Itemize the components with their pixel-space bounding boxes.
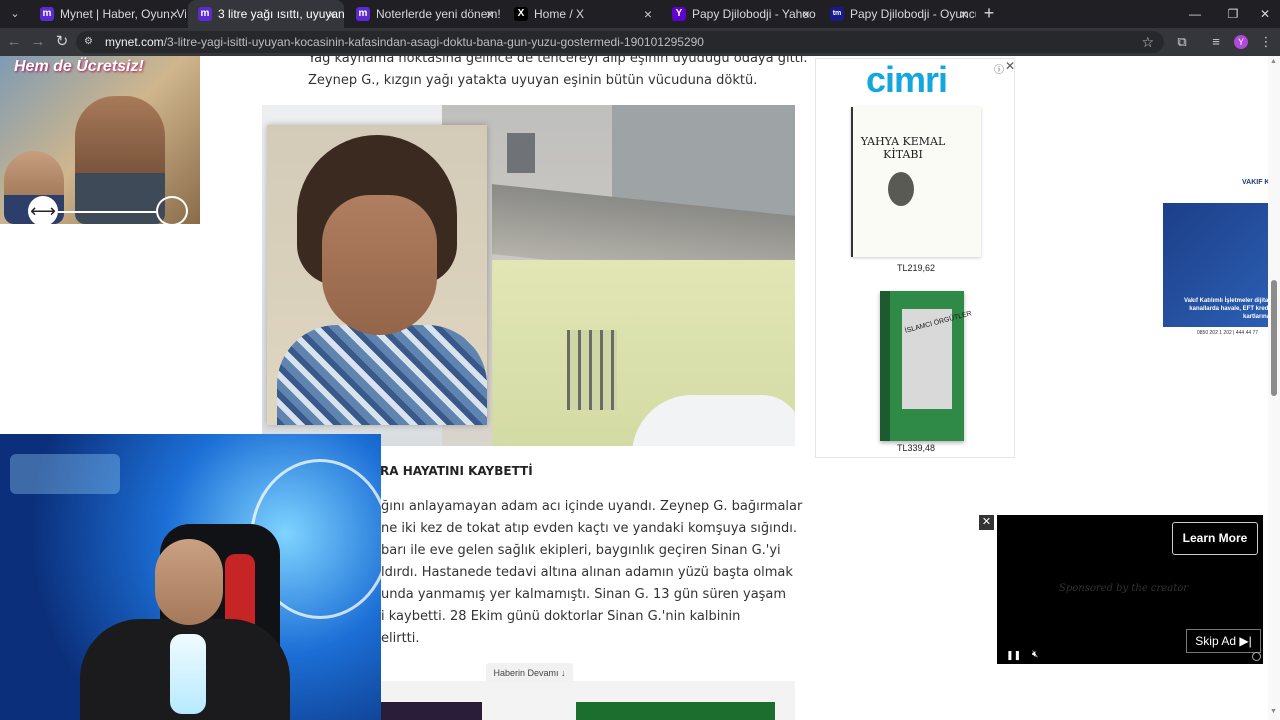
ad-close-icon[interactable]: ✕ <box>1005 59 1015 73</box>
book-title: YAHYA KEMAL KİTABI <box>860 135 946 161</box>
tab-title: Noterlerde yeni dönem! Hafta s <box>376 7 502 21</box>
tab-close-icon[interactable]: × <box>644 0 652 28</box>
left-video-ad[interactable]: Hem de Ücretsiz! ⟷ <box>0 56 200 224</box>
expand-arrows-icon[interactable]: ⟷ <box>28 196 58 224</box>
close-window-icon[interactable]: ✕ <box>1248 0 1280 28</box>
vakif-phone: 0850 202 1 202 | 444 44 77 <box>1197 330 1259 336</box>
article-line: elirtti. <box>381 631 420 646</box>
bookmark-star-icon[interactable]: ☆ <box>1141 31 1154 53</box>
mynet-favicon-icon: m <box>356 7 370 21</box>
tab-noterler[interactable]: m Noterlerde yeni dönem! Hafta s × <box>346 0 502 28</box>
mute-icon[interactable]: 🔇︎ <box>1032 649 1038 660</box>
vakif-text: Vakıf Katılımlı İşletmeler dijital kanal… <box>1183 298 1270 320</box>
page-content: Yağ kaynama noktasına gelince de tencere… <box>0 56 1280 720</box>
tab-transfermarkt[interactable]: tm Papy Djilobodji - Oyuncu profil × <box>820 0 976 28</box>
minimize-icon[interactable]: — <box>1178 0 1212 28</box>
ad-headline: Hem de Ücretsiz! <box>14 58 144 75</box>
tab-title: Papy Djilobodji - Yahoo Turkey <box>692 7 818 21</box>
vakif-banner[interactable]: Vakıf Katılımlı İşletmeler dijital kanal… <box>1163 203 1270 327</box>
tab-mynet[interactable]: m Mynet | Haber, Oyun, Video, Sp × <box>30 0 186 28</box>
x-favicon-icon: X <box>514 7 528 21</box>
scroll-thumb[interactable] <box>1271 280 1277 396</box>
video-close-icon[interactable]: ✕ <box>979 515 994 530</box>
book-price: TL339,48 <box>896 443 936 453</box>
tab-title: Papy Djilobodji - Oyuncu profil <box>850 7 976 21</box>
site-info-icon[interactable]: ⚙ <box>84 36 96 48</box>
address-bar[interactable]: ⚙ mynet.com/3-litre-yagi-isitti-uyuyan-k… <box>76 31 1164 53</box>
tab-title: Mynet | Haber, Oyun, Video, Sp <box>60 7 186 21</box>
article-line: i kaybetti. 28 Ekim günü doktorlar Sinan… <box>381 609 741 624</box>
ad-info-icon[interactable]: ⓘ <box>994 61 1004 76</box>
profile-avatar[interactable]: Y <box>1234 35 1248 49</box>
article-line: unda yanmamış yer kalmamıştı. Sinan G. 1… <box>381 587 787 602</box>
tab-yahoo[interactable]: Y Papy Djilobodji - Yahoo Turkey × <box>662 0 818 28</box>
reload-icon[interactable]: ↻ <box>52 32 72 52</box>
cimri-ad[interactable]: cimri ⓘ ✕ YAHYA KEMAL KİTABI TL219,62 İS… <box>815 58 1015 458</box>
pause-icon[interactable]: ❚❚ <box>1006 650 1021 661</box>
vakif-ad[interactable]: VAKIF KAT Vakıf Katılımlı İşletmeler dij… <box>1163 174 1278 342</box>
book-islamci-orgutler[interactable]: İSLAMCI ÖRGÜTLER <box>880 291 973 441</box>
tab-title: 3 litre yağı ısıttı, uyuyan kocası <box>218 7 344 21</box>
tab-close-icon[interactable]: × <box>960 0 968 28</box>
tab-close-icon[interactable]: × <box>486 0 494 28</box>
tab-search-icon[interactable]: ⌄ <box>6 5 24 23</box>
tab-close-icon[interactable]: × <box>170 0 178 28</box>
media-control-icon[interactable]: ≡ <box>1206 32 1226 52</box>
video-info-icon[interactable] <box>1252 652 1261 661</box>
book-price: TL219,62 <box>896 263 936 273</box>
browser-toolbar: ← → ↻ ⚙ mynet.com/3-litre-yagi-isitti-uy… <box>0 28 1280 56</box>
article-subheading: RA HAYATINI KAYBETTİ <box>380 464 533 478</box>
tab-close-icon[interactable]: × <box>328 0 336 28</box>
scroll-up-icon[interactable]: ▲ <box>1270 58 1277 65</box>
webcam-overlay <box>0 434 381 720</box>
restore-icon[interactable]: ❐ <box>1216 0 1250 28</box>
read-more-label: Haberin Devamı <box>493 668 559 678</box>
cimri-logo: cimri <box>866 59 948 100</box>
tab-title: Home / X <box>534 7 585 21</box>
article-line: Yağ kaynama noktasına gelince de tencere… <box>308 56 808 66</box>
skip-ad-label: Skip Ad <box>1195 634 1236 648</box>
related-thumbnail[interactable] <box>576 702 775 720</box>
menu-kebab-icon[interactable]: ⋮ <box>1256 32 1276 52</box>
ad-progress-bar <box>58 211 158 213</box>
article-line: ne iki kez de tokat atıp evden kaçtı ve … <box>381 521 798 536</box>
article-line: Zeynep G., kızgın yağı yatakta uyuyan eş… <box>308 73 758 88</box>
skip-ad-button[interactable]: Skip Ad ▶| <box>1186 629 1261 653</box>
url-host: mynet.com <box>105 35 164 49</box>
mynet-favicon-icon: m <box>198 7 212 21</box>
tab-close-icon[interactable]: × <box>802 0 810 28</box>
arrow-down-icon: ↓ <box>561 668 566 678</box>
back-icon[interactable]: ← <box>4 32 24 52</box>
article-line: ldırdı. Hastanede tedavi altına alınan a… <box>381 565 793 580</box>
tab-x-home[interactable]: X Home / X × <box>504 0 660 28</box>
forward-icon[interactable]: → <box>28 32 48 52</box>
article-photo <box>262 105 795 446</box>
transfermarkt-favicon-icon: tm <box>830 7 844 21</box>
scroll-down-icon[interactable]: ▼ <box>1270 708 1277 715</box>
floating-video-ad[interactable]: Learn More Sponsored by the creator Skip… <box>997 515 1263 664</box>
read-more-button[interactable]: Haberin Devamı ↓ <box>486 663 573 683</box>
url-text[interactable]: mynet.com/3-litre-yagi-isitti-uyuyan-koc… <box>105 31 704 53</box>
yahoo-favicon-icon: Y <box>672 7 686 21</box>
ad-loading-icon <box>156 196 188 224</box>
page-scrollbar[interactable]: ▲ ▼ <box>1268 56 1280 720</box>
portrait-photo <box>267 125 487 425</box>
skip-next-icon: ▶| <box>1239 634 1252 648</box>
tab-strip: ⌄ m Mynet | Haber, Oyun, Video, Sp × m 3… <box>0 0 1280 28</box>
article-line: ğını anlayamayan adam acı içinde uyandı.… <box>381 499 803 514</box>
learn-more-button[interactable]: Learn More <box>1172 522 1258 555</box>
extensions-icon[interactable]: ⧉ <box>1172 32 1192 52</box>
new-tab-button[interactable]: + <box>980 0 998 28</box>
related-thumbnail[interactable] <box>380 702 482 720</box>
tab-article[interactable]: m 3 litre yağı ısıttı, uyuyan kocası × <box>188 0 344 28</box>
mynet-favicon-icon: m <box>40 7 54 21</box>
book-yahya-kemal[interactable]: YAHYA KEMAL KİTABI <box>851 107 981 257</box>
article-line: barı ile eve gelen sağlık ekipleri, bayg… <box>381 543 781 558</box>
url-path: /3-litre-yagi-isitti-uyuyan-kocasinin-ka… <box>163 35 704 49</box>
video-overlay-text: Sponsored by the creator <box>1059 583 1189 594</box>
